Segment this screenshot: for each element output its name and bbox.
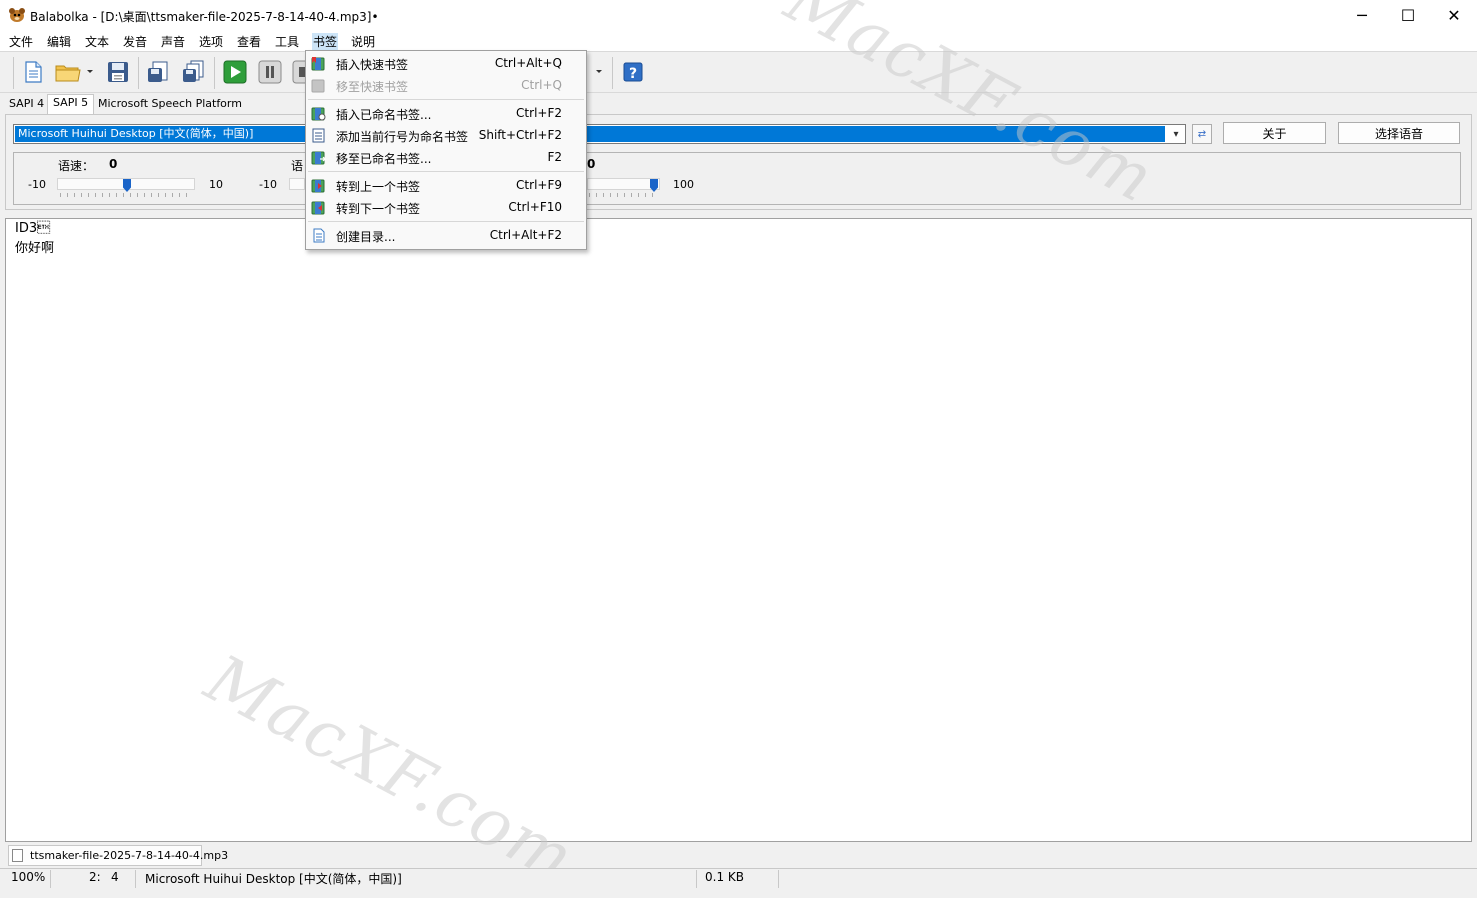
menu-text[interactable]: 文本	[84, 33, 110, 50]
menu-item-shortcut: F2	[547, 150, 562, 164]
save-audio-icon[interactable]	[145, 59, 171, 85]
menu-bookmarks[interactable]: 书签	[312, 33, 339, 50]
menu-file[interactable]: 文件	[8, 33, 34, 50]
close-button[interactable]: ✕	[1431, 0, 1477, 31]
status-divider	[696, 870, 697, 888]
help-icon[interactable]: ?	[620, 59, 646, 85]
tab-speech-platform[interactable]: Microsoft Speech Platform	[93, 96, 247, 114]
menu-help[interactable]: 说明	[350, 33, 376, 50]
toolbar-separator	[13, 57, 14, 89]
batch-convert-icon[interactable]	[180, 59, 206, 85]
svg-text:?: ?	[629, 66, 637, 82]
menu-item-label: 创建目录...	[336, 230, 396, 244]
menu-item-shortcut: Ctrl+Alt+Q	[494, 56, 562, 70]
menu-voice[interactable]: 声音	[160, 33, 186, 50]
bookmark-goto-icon	[311, 78, 326, 93]
rate-min-label: -10	[28, 178, 46, 191]
open-folder-icon[interactable]	[54, 59, 94, 85]
save-icon[interactable]	[105, 59, 131, 85]
toolbar-separator	[612, 57, 613, 89]
menu-item-label: 移至快速书签	[336, 80, 409, 94]
pitch-label: 语	[291, 159, 304, 173]
window-title: Balabolka - [D:\桌面\ttsmaker-file-2025-7-…	[30, 10, 379, 24]
table-of-contents-icon	[311, 228, 326, 243]
status-file-size: 0.1 KB	[705, 870, 744, 884]
menu-edit[interactable]: 编辑	[46, 33, 72, 50]
chevron-down-icon[interactable]: ▾	[1168, 126, 1184, 142]
menu-view[interactable]: 查看	[236, 33, 262, 50]
minimize-button[interactable]: ─	[1339, 0, 1385, 31]
document-icon	[12, 849, 23, 862]
bookmark-goto-named-icon	[311, 150, 327, 165]
tab-sapi4[interactable]: SAPI 4	[4, 96, 49, 114]
volume-slider-track[interactable]	[587, 178, 660, 190]
status-column: 4	[111, 870, 119, 884]
status-divider	[778, 870, 779, 888]
menu-item-label: 转到下一个书签	[336, 202, 421, 216]
new-document-icon[interactable]	[20, 59, 46, 85]
menu-separator	[308, 221, 584, 222]
document-tab-label: ttsmaker-file-2025-7-8-14-40-4.mp3	[30, 849, 229, 862]
pause-icon[interactable]	[257, 59, 283, 85]
volume-slider-ticks	[589, 193, 657, 197]
status-zoom: 100%	[11, 870, 46, 884]
menu-item-shortcut: Ctrl+F2	[516, 106, 562, 120]
menu-separator	[308, 171, 584, 172]
menu-pronunciation[interactable]: 发音	[122, 33, 148, 50]
menu-item-shortcut: Ctrl+F10	[508, 200, 562, 214]
bookmark-insert-named-icon	[311, 106, 326, 121]
toolbar-dropdown-arrow-icon[interactable]	[594, 66, 604, 76]
menu-item-shortcut: Ctrl+F9	[516, 178, 562, 192]
status-divider	[135, 870, 136, 888]
bookmark-previous-icon	[311, 178, 326, 193]
tab-sapi5[interactable]: SAPI 5	[47, 94, 95, 114]
rate-slider-ticks	[60, 193, 192, 197]
bookmark-line-icon	[311, 128, 326, 143]
refresh-voices-icon[interactable]: ⇄	[1192, 124, 1212, 144]
volume-max-label: 100	[673, 178, 694, 191]
editor-line: ID3	[15, 221, 51, 236]
menu-item-shortcut: Ctrl+Alt+F2	[489, 228, 562, 242]
menu-item-label: 转到上一个书签	[336, 180, 421, 194]
pitch-min-label: -10	[259, 178, 277, 191]
bookmark-next-icon	[311, 200, 326, 215]
play-icon[interactable]	[222, 59, 248, 85]
toolbar-separator	[214, 57, 215, 89]
bookmark-add-icon	[311, 56, 326, 71]
menu-item-label: 插入快速书签	[336, 58, 409, 72]
menu-tools[interactable]: 工具	[274, 33, 300, 50]
select-voice-button[interactable]: 选择语音	[1338, 122, 1460, 144]
menu-item-shortcut: Shift+Ctrl+F2	[478, 128, 562, 142]
menu-options[interactable]: 选项	[198, 33, 224, 50]
rate-value: 0	[109, 157, 118, 171]
balabolka-app-icon	[8, 7, 26, 23]
rate-max-label: 10	[209, 178, 223, 191]
stop-icon[interactable]	[291, 59, 305, 85]
voice-settings-box	[13, 152, 1461, 205]
status-voice: Microsoft Huihui Desktop [中文(简体，中国)]	[145, 872, 402, 886]
pitch-slider-track[interactable]	[289, 178, 305, 190]
toolbar-separator	[138, 57, 139, 89]
menu-separator	[308, 99, 584, 100]
status-line: 2:	[89, 870, 101, 884]
rate-label: 语速：	[58, 159, 95, 173]
editor-line: 你好啊	[15, 241, 55, 256]
status-divider	[50, 870, 51, 888]
about-voice-button[interactable]: 关于	[1223, 122, 1326, 144]
volume-value: 0	[587, 157, 596, 171]
menu-item-shortcut: Ctrl+Q	[521, 78, 562, 92]
text-editor[interactable]	[5, 218, 1472, 842]
maximize-button[interactable]: ☐	[1385, 0, 1431, 31]
